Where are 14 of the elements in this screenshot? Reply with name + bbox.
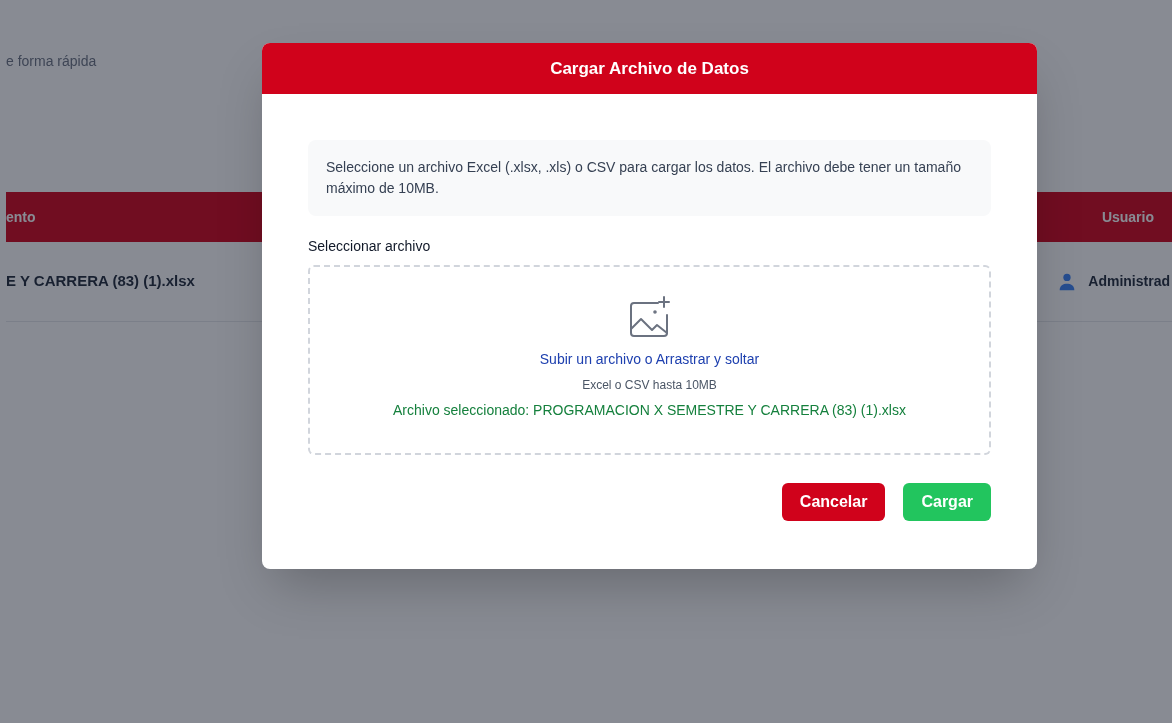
image-add-icon [627,295,672,339]
cancel-button[interactable]: Cancelar [781,483,886,521]
field-label: Seleccionar archivo [308,237,432,256]
dialog-title: Cargar Archivo de Datos [550,57,749,80]
file-hint: Excel o CSV hasta 10MB [582,377,717,394]
table-cell-text: Administrad [1088,272,1170,291]
column-header: ento [6,207,36,227]
file-dropzone[interactable]: Subir un archivo o Arrastrar y soltar Excel o CSV hasta 10MB Archivo seleccionado: PROGRAMACION X SEMESTRE Y CARRERA (83) (1).xlsx [308,265,991,455]
page-subtitle: e forma rápida [6,52,97,71]
upload-link[interactable]: Subir un archivo o Arrastrar y soltar [539,349,760,370]
column-header: Usuario [1101,207,1154,227]
info-text: Seleccione un archivo Excel (.xlsx, .xls) o CSV para cargar los datos. El archivo debe tener un tamaño máximo de 10MB. [326,158,962,198]
selected-file-text: Archivo seleccionado: PROGRAMACION X SEMESTRE Y CARRERA (83) (1).xlsx [393,401,906,420]
table-cell-text: E Y CARRERA (83) (1).xlsx [6,271,195,292]
